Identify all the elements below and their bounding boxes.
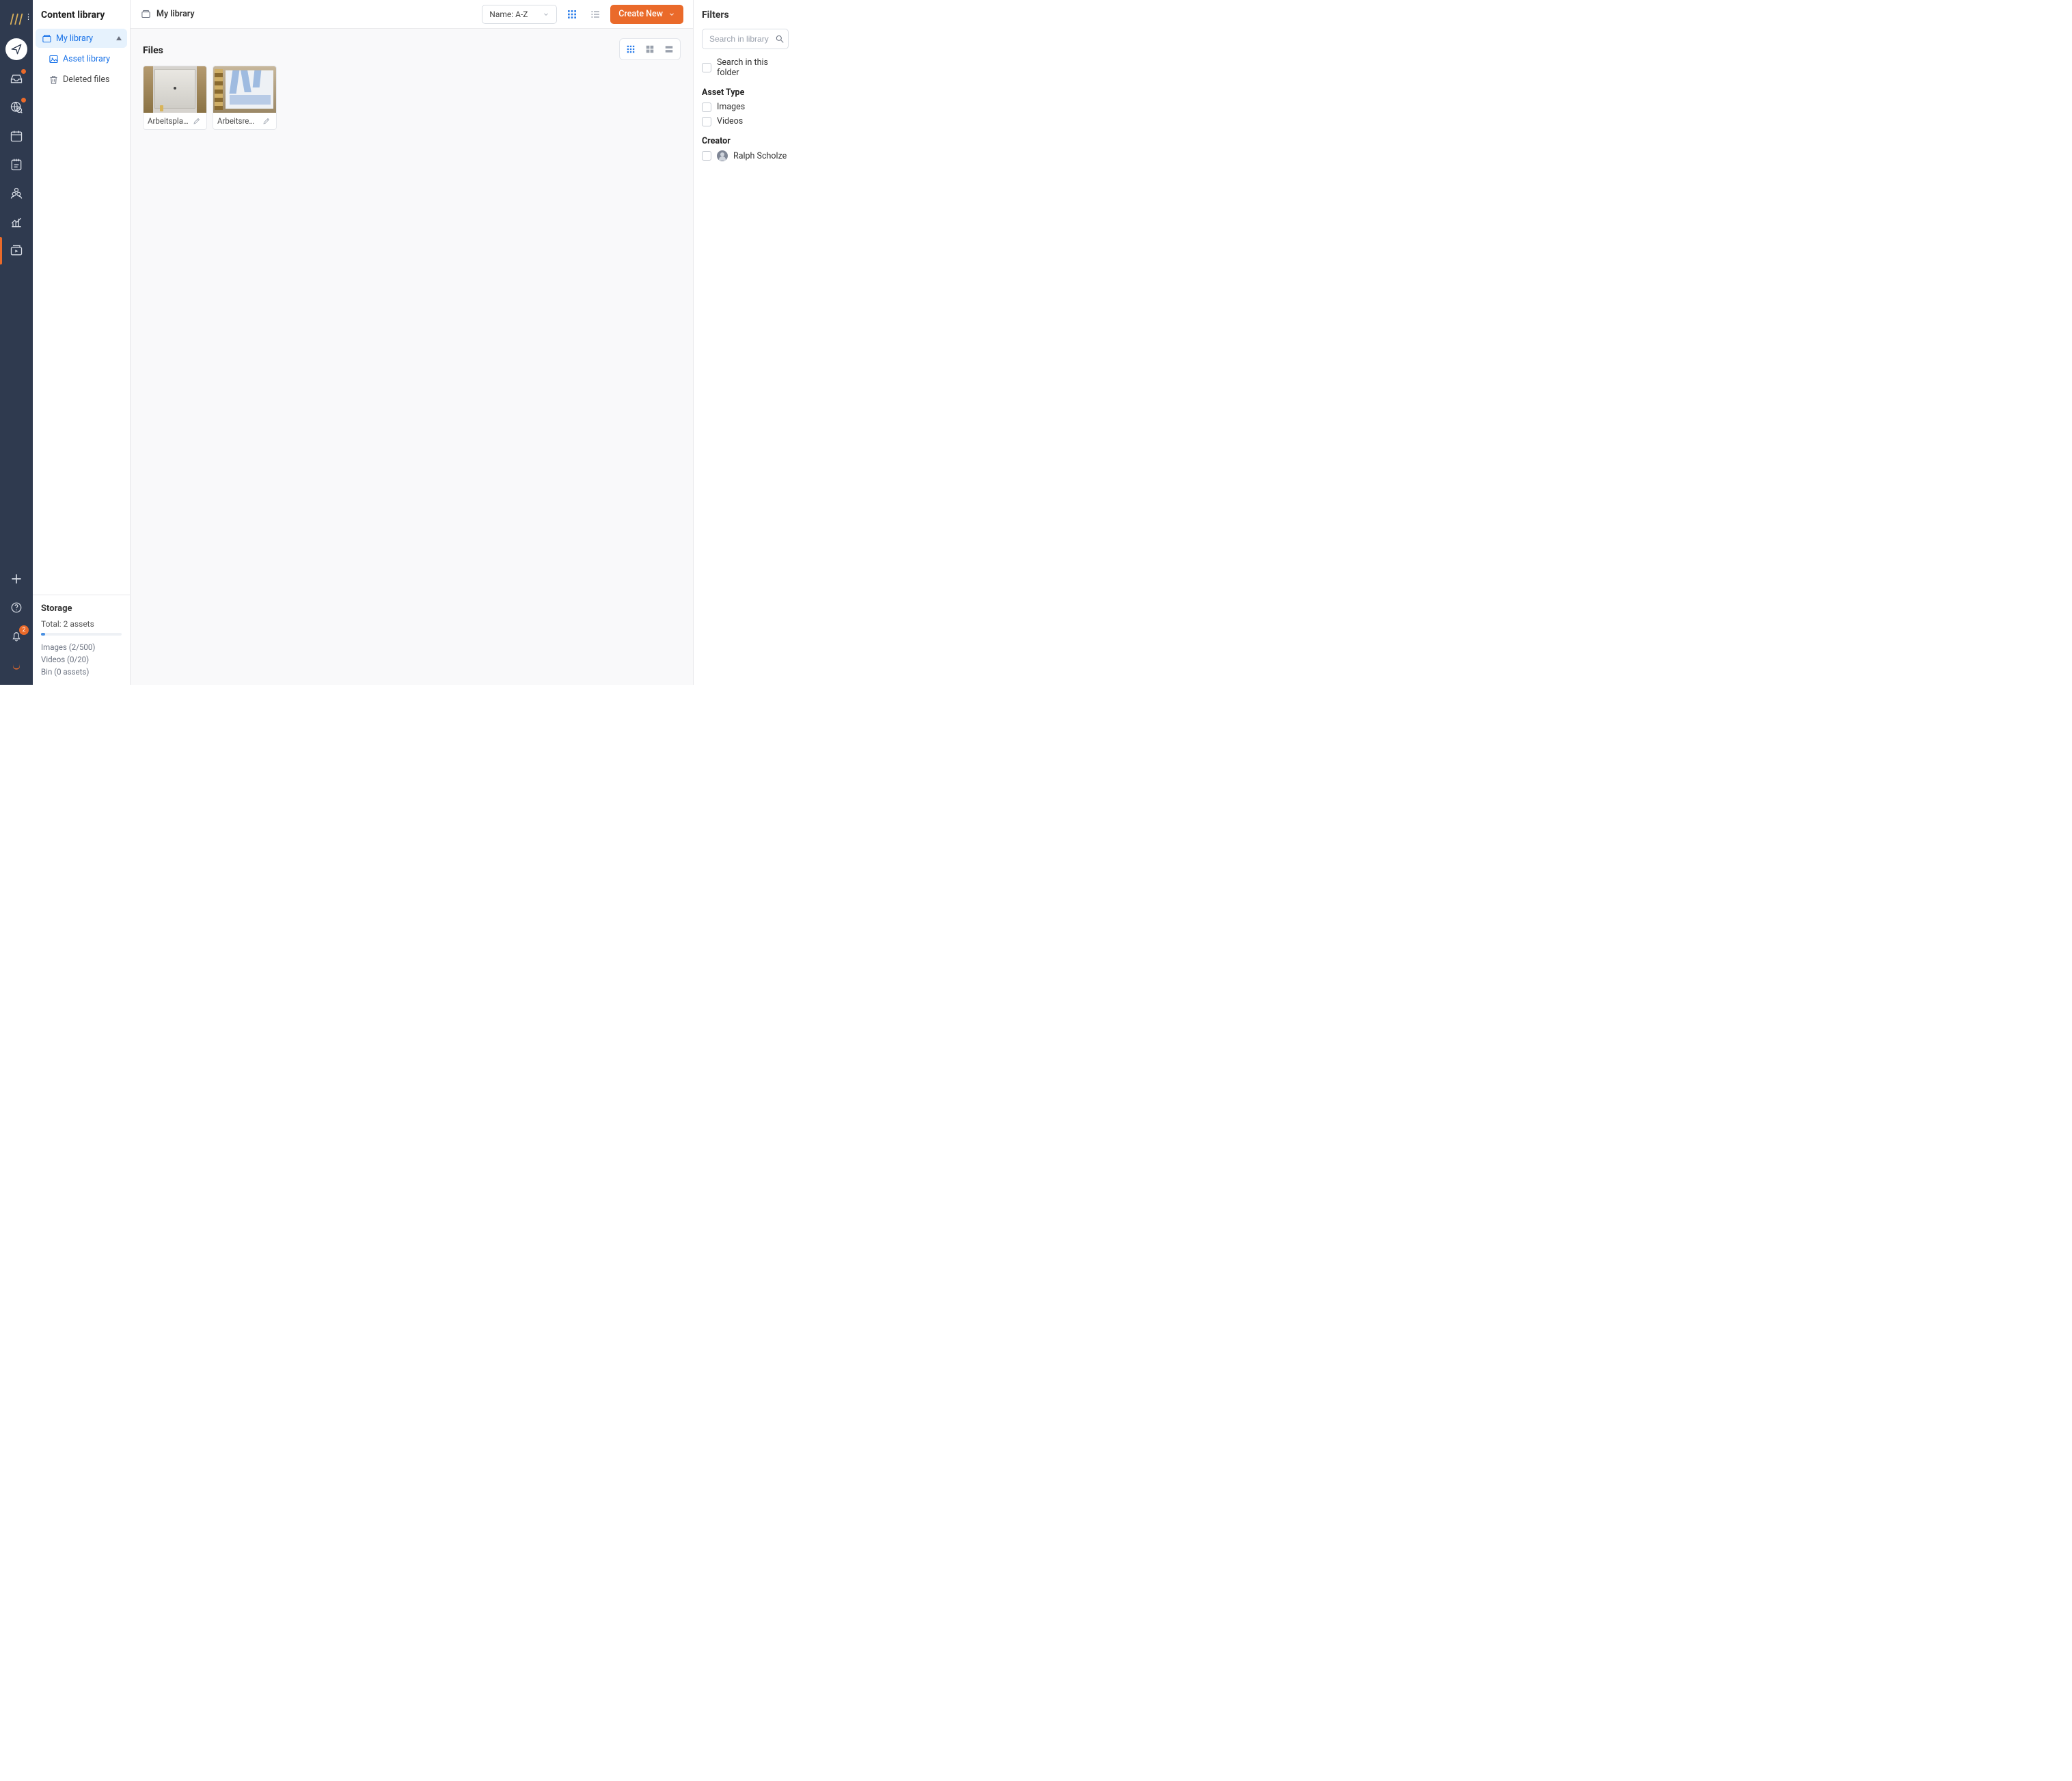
file-name-label: Arbeitsrec... — [217, 116, 258, 126]
trash-icon — [48, 74, 59, 85]
breadcrumb-label: My library — [156, 9, 195, 19]
view-grid-button[interactable] — [564, 6, 580, 23]
dot-badge-icon — [21, 69, 26, 74]
checkbox-label: Videos — [717, 116, 743, 126]
nav-add[interactable] — [3, 565, 30, 593]
filters-panel: Filters Search in this folder Asset Type… — [693, 0, 797, 685]
sort-dropdown[interactable]: Name: A-Z — [482, 5, 557, 24]
nav-globe[interactable] — [3, 94, 30, 121]
storage-progress — [41, 633, 122, 636]
view-list-button[interactable] — [587, 6, 603, 23]
filter-images[interactable]: Images — [702, 102, 789, 112]
library-folder-icon — [41, 33, 52, 44]
library-tree: My library Asset library Deleted files — [33, 27, 130, 595]
tree-label: My library — [56, 33, 93, 44]
avatar — [717, 150, 728, 161]
view-toggle-group — [619, 38, 681, 60]
asset-type-title: Asset Type — [702, 87, 789, 98]
tree-label: Deleted files — [63, 74, 109, 85]
file-card[interactable]: Arbeitsrec... — [213, 66, 277, 130]
filter-creator-row[interactable]: Ralph Scholze — [702, 150, 789, 161]
notification-badge: 2 — [19, 625, 29, 635]
filters-title: Filters — [702, 10, 789, 21]
checkbox-icon — [702, 63, 711, 72]
breadcrumb[interactable]: My library — [140, 9, 195, 20]
sort-label: Name: A-Z — [489, 10, 528, 19]
filter-videos[interactable]: Videos — [702, 116, 789, 126]
nav-team[interactable] — [3, 180, 30, 207]
checkbox-icon — [702, 103, 711, 112]
main-body: Files Arbeitspla... — [131, 29, 693, 685]
library-sidebar: Content library My library Asset library… — [33, 0, 131, 685]
kebab-icon[interactable]: ⋮ — [25, 12, 31, 21]
pencil-icon[interactable] — [261, 115, 272, 126]
main-header: My library Name: A-Z Create New — [131, 0, 693, 29]
tree-deleted-files[interactable]: Deleted files — [36, 70, 127, 89]
nav-content-library[interactable] — [3, 237, 30, 264]
nav-notifications[interactable]: 2 — [3, 623, 30, 650]
library-folder-icon — [140, 9, 151, 20]
creator-title: Creator — [702, 136, 789, 146]
create-new-label: Create New — [618, 9, 663, 19]
thumb-small-button[interactable] — [623, 42, 639, 57]
file-name-label: Arbeitspla... — [148, 116, 189, 126]
thumb-medium-button[interactable] — [642, 42, 658, 57]
tree-my-library[interactable]: My library — [36, 29, 127, 48]
storage-panel: Storage Total: 2 assets Images (2/500) V… — [33, 595, 130, 685]
search-icon[interactable] — [775, 34, 785, 44]
chevron-down-icon — [668, 11, 675, 18]
file-grid: Arbeitspla... Arbeitsrec... — [143, 66, 681, 130]
nav-compose[interactable] — [5, 38, 27, 60]
chevron-down-icon — [543, 11, 549, 18]
filter-search-in-folder[interactable]: Search in this folder — [702, 57, 789, 78]
creator-name: Ralph Scholze — [733, 151, 787, 161]
tree-label: Asset library — [63, 54, 110, 64]
sidebar-title: Content library — [33, 0, 130, 27]
storage-title: Storage — [41, 603, 122, 614]
storage-videos: Videos (0/20) — [41, 655, 122, 664]
checkbox-icon — [702, 117, 711, 126]
thumb-large-button[interactable] — [661, 42, 677, 57]
checkbox-label: Images — [717, 102, 745, 112]
pencil-icon[interactable] — [191, 115, 202, 126]
file-card[interactable]: Arbeitspla... — [143, 66, 207, 130]
storage-total: Total: 2 assets — [41, 619, 122, 629]
nav-notes[interactable] — [3, 151, 30, 178]
app-logo[interactable]: ⋮ — [5, 8, 27, 30]
dot-badge-icon — [21, 98, 26, 103]
file-thumbnail — [213, 66, 276, 113]
nav-analytics[interactable] — [3, 208, 30, 236]
main-panel: My library Name: A-Z Create New — [131, 0, 693, 685]
create-new-button[interactable]: Create New — [610, 5, 683, 24]
nav-inbox[interactable] — [3, 65, 30, 92]
tree-asset-library[interactable]: Asset library — [36, 49, 127, 68]
checkbox-label: Search in this folder — [717, 57, 789, 78]
storage-images: Images (2/500) — [41, 642, 122, 652]
storage-bin: Bin (0 assets) — [41, 667, 122, 677]
file-thumbnail — [144, 66, 206, 113]
nav-brand-icon[interactable] — [3, 651, 30, 679]
nav-calendar[interactable] — [3, 122, 30, 150]
nav-help[interactable] — [3, 594, 30, 621]
files-section-title: Files — [143, 45, 681, 56]
checkbox-icon — [702, 151, 711, 161]
nav-rail: ⋮ — [0, 0, 33, 685]
caret-up-icon — [116, 36, 122, 40]
image-icon — [48, 53, 59, 64]
